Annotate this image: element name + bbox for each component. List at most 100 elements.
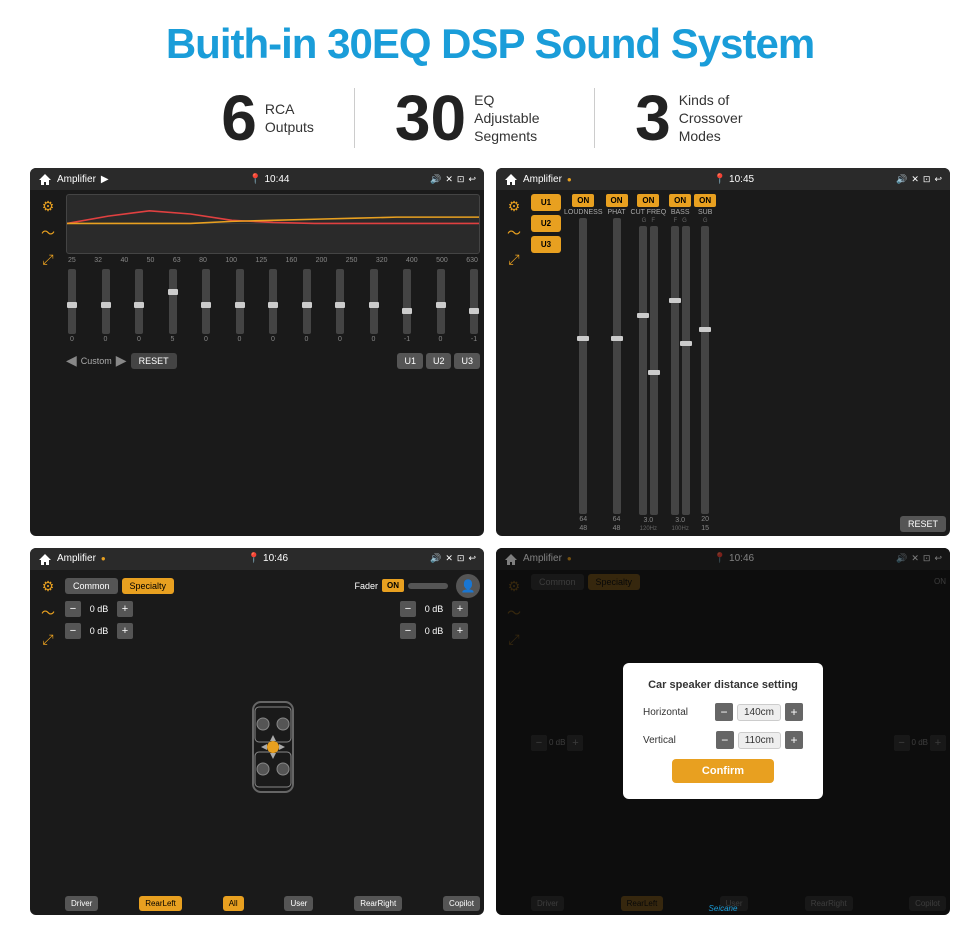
dialog-confirm-button[interactable]: Confirm bbox=[672, 759, 774, 783]
amp-phat-value2: 48 bbox=[613, 525, 621, 532]
dialog-horizontal-plus[interactable]: + bbox=[785, 703, 803, 721]
amp-sub-on[interactable]: ON bbox=[694, 194, 716, 207]
spk-top-bar: Common Specialty Fader ON 👤 bbox=[65, 574, 480, 598]
amp-loudness-value: 64 bbox=[579, 516, 587, 523]
amp-sub-col: ON SUB G 20 15 bbox=[694, 194, 716, 532]
dialog-horizontal-minus[interactable]: − bbox=[715, 703, 733, 721]
seicane-watermark: Seicane bbox=[709, 904, 738, 913]
eq-sliders-area: 0 0 0 5 0 0 0 0 0 0 -1 0 -1 bbox=[66, 267, 480, 347]
app-title-2: Amplifier bbox=[523, 174, 562, 185]
amp-wave-icon[interactable]: 〜 bbox=[507, 223, 521, 243]
spk-wave-icon[interactable]: 〜 bbox=[41, 603, 55, 623]
app-title-3: Amplifier bbox=[57, 553, 96, 564]
amp-u2-button[interactable]: U2 bbox=[531, 215, 561, 232]
amp-reset-button[interactable]: RESET bbox=[900, 516, 946, 532]
volume-icon-2: 🔊 bbox=[896, 174, 907, 185]
page-container: Buith-in 30EQ DSP Sound System 6 RCAOutp… bbox=[0, 0, 980, 925]
eq-wave-icon[interactable]: 〜 bbox=[41, 223, 55, 243]
spk-ctrl-2: − 0 dB + bbox=[65, 623, 145, 639]
spk-db-2: 0 dB bbox=[84, 626, 114, 636]
spk-rearright-button[interactable]: RearRight bbox=[354, 896, 402, 911]
amp-phat-col: ON PHAT 64 48 bbox=[606, 194, 628, 532]
screen-2-body: ⚙ 〜 ⤢ U1 U2 U3 ON LOUDNESS 64 4 bbox=[496, 190, 950, 536]
dialog-horizontal-label: Horizontal bbox=[643, 707, 688, 718]
eq-slider-1: 0 bbox=[68, 269, 76, 343]
amp-u1-button[interactable]: U1 bbox=[531, 194, 561, 211]
eq-slider-11: -1 bbox=[403, 269, 411, 343]
spk-center-area: − 0 dB + − 0 dB + bbox=[65, 601, 480, 894]
status-bar-1: Amplifier ▶ 📍 10:44 🔊 ✕ ⊡ ↩ bbox=[30, 168, 484, 190]
amp-loudness-on[interactable]: ON bbox=[572, 194, 594, 207]
spk-settings-icon[interactable]: ⚙ bbox=[42, 578, 55, 595]
amp-cutfreq-col: ON CUT FREQ G F 3.0 120Hz bbox=[631, 194, 667, 532]
amp-phat-on[interactable]: ON bbox=[606, 194, 628, 207]
eq-u2-button[interactable]: U2 bbox=[426, 353, 452, 369]
eq-reset-button[interactable]: RESET bbox=[131, 353, 177, 369]
spk-plus-4[interactable]: + bbox=[452, 623, 468, 639]
spk-user-button[interactable]: User bbox=[284, 896, 313, 911]
eq-next-button[interactable]: ▶ bbox=[116, 352, 127, 369]
window-icon-2: ⊡ bbox=[923, 174, 931, 185]
home-icon-2[interactable] bbox=[504, 172, 518, 186]
spk-sidebar: ⚙ 〜 ⤢ bbox=[34, 574, 62, 912]
eq-expand-icon[interactable]: ⤢ bbox=[42, 251, 53, 268]
screen-3-body: ⚙ 〜 ⤢ Common Specialty Fader ON 👤 bbox=[30, 570, 484, 916]
home-icon[interactable] bbox=[38, 172, 52, 186]
spk-db-1: 0 dB bbox=[84, 604, 114, 614]
amp-sub-label: SUB bbox=[698, 209, 712, 216]
spk-driver-button[interactable]: Driver bbox=[65, 896, 98, 911]
spk-minus-1[interactable]: − bbox=[65, 601, 81, 617]
amp-bass-on[interactable]: ON bbox=[669, 194, 691, 207]
eq-u1-button[interactable]: U1 bbox=[397, 353, 423, 369]
amp-settings-icon[interactable]: ⚙ bbox=[508, 198, 521, 215]
tab-common[interactable]: Common bbox=[65, 578, 118, 594]
eq-slider-2: 0 bbox=[102, 269, 110, 343]
spk-plus-1[interactable]: + bbox=[117, 601, 133, 617]
amp-cutfreq-on[interactable]: ON bbox=[637, 194, 659, 207]
eq-slider-6: 0 bbox=[236, 269, 244, 343]
spk-copilot-button[interactable]: Copilot bbox=[443, 896, 480, 911]
fader-label: Fader bbox=[354, 581, 378, 591]
fader-slider[interactable] bbox=[408, 583, 448, 589]
eq-settings-icon[interactable]: ⚙ bbox=[42, 198, 55, 215]
eq-slider-10: 0 bbox=[370, 269, 378, 343]
dialog-vertical-minus[interactable]: − bbox=[716, 731, 734, 749]
amp-controls-grid: ON LOUDNESS 64 48 ON PHAT 64 48 bbox=[564, 194, 897, 532]
eq-prev-button[interactable]: ◀ bbox=[66, 352, 77, 369]
spk-all-button[interactable]: All bbox=[223, 896, 244, 911]
close-icon: ✕ bbox=[445, 174, 453, 185]
amp-phat-label: PHAT bbox=[607, 209, 625, 216]
amp-expand-icon[interactable]: ⤢ bbox=[508, 251, 519, 268]
spk-plus-3[interactable]: + bbox=[452, 601, 468, 617]
page-title: Buith-in 30EQ DSP Sound System bbox=[166, 20, 814, 68]
stat-eq: 30 EQ AdjustableSegments bbox=[355, 86, 594, 150]
spk-minus-2[interactable]: − bbox=[65, 623, 81, 639]
spk-expand-icon[interactable]: ⤢ bbox=[42, 631, 53, 648]
status-bar-2: Amplifier ● 📍 10:45 🔊 ✕ ⊡ ↩ bbox=[496, 168, 950, 190]
dialog-box: Car speaker distance setting Horizontal … bbox=[623, 663, 823, 799]
stat-rca: 6 RCAOutputs bbox=[181, 86, 354, 150]
user-icon[interactable]: 👤 bbox=[456, 574, 480, 598]
back-icon: ↩ bbox=[468, 174, 476, 185]
amp-u3-button[interactable]: U3 bbox=[531, 236, 561, 253]
spk-db-3: 0 dB bbox=[419, 604, 449, 614]
eq-slider-8: 0 bbox=[303, 269, 311, 343]
home-icon-3[interactable] bbox=[38, 552, 52, 566]
stat-eq-label: EQ AdjustableSegments bbox=[474, 91, 554, 146]
spk-minus-4[interactable]: − bbox=[400, 623, 416, 639]
tab-specialty[interactable]: Specialty bbox=[122, 578, 175, 594]
eq-u3-button[interactable]: U3 bbox=[454, 353, 480, 369]
app-title-1: Amplifier bbox=[57, 174, 96, 185]
amp-bass-col: ON BASS F G 3.0 100Hz bbox=[669, 194, 691, 532]
eq-slider-12: 0 bbox=[437, 269, 445, 343]
amp-loudness-value2: 48 bbox=[579, 525, 587, 532]
dialog-vertical-plus[interactable]: + bbox=[785, 731, 803, 749]
spk-rearleft-button[interactable]: RearLeft bbox=[139, 896, 182, 911]
amp-loudness-label: LOUDNESS bbox=[564, 209, 603, 216]
spk-car-diagram bbox=[151, 601, 394, 894]
close-icon-3: ✕ bbox=[445, 553, 453, 564]
spk-db-4: 0 dB bbox=[419, 626, 449, 636]
fader-on-button[interactable]: ON bbox=[382, 579, 404, 592]
spk-minus-3[interactable]: − bbox=[400, 601, 416, 617]
spk-plus-2[interactable]: + bbox=[117, 623, 133, 639]
